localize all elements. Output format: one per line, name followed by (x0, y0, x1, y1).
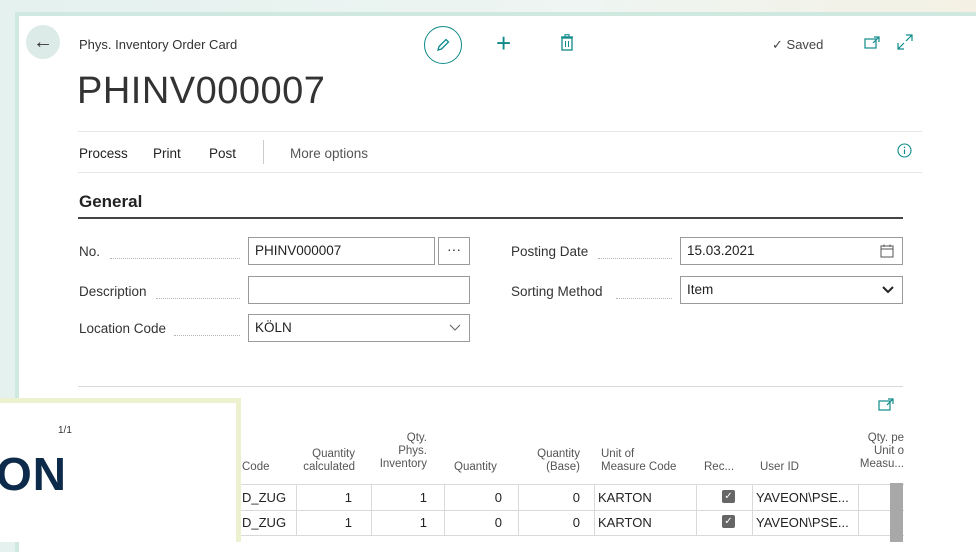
print-menu[interactable]: Print (153, 146, 181, 161)
col-header-code[interactable]: Code (242, 461, 270, 474)
description-field[interactable] (248, 276, 470, 304)
chevron-down-icon (882, 286, 894, 294)
open-window-icon (878, 398, 894, 411)
cell-quantity: 0 (494, 490, 502, 505)
cell-qty-phys: 1 (419, 490, 427, 505)
delete-button[interactable] (560, 34, 574, 56)
posting-date-field[interactable]: 15.03.2021 (680, 237, 903, 265)
posting-date-label: Posting Date (511, 244, 589, 259)
col-divider (858, 485, 859, 510)
expand-button[interactable] (897, 34, 913, 55)
process-menu[interactable]: Process (79, 146, 128, 161)
col-divider (696, 485, 697, 510)
arrow-left-icon: ← (33, 30, 53, 53)
sorting-method-value: Item (687, 282, 714, 297)
sorting-method-select[interactable]: Item (680, 276, 903, 304)
location-code-field[interactable]: KÖLN (248, 314, 470, 342)
leader-dots (174, 335, 240, 336)
check-icon: ✓ (772, 37, 783, 52)
no-field[interactable]: PHINV000007 (248, 237, 435, 265)
cell-uom: KARTON (598, 515, 652, 530)
open-new-window-button[interactable] (864, 36, 880, 55)
cell-quantity: 0 (494, 515, 502, 530)
col-divider (752, 510, 753, 535)
lines-expand-button[interactable] (878, 398, 894, 417)
chevron-down-icon (449, 324, 461, 331)
leader-dots (598, 258, 672, 259)
checkbox-checked-icon[interactable]: ✓ (722, 490, 735, 503)
col-header-user-id[interactable]: User ID (760, 461, 799, 474)
col-divider (594, 510, 595, 535)
cell-user-id: YAVEON\PSE... (756, 515, 849, 530)
col-header-qty-calculated[interactable]: Quantity calculated (298, 448, 355, 474)
col-header-quantity-base[interactable]: Quantity (Base) (530, 448, 580, 474)
checkbox-checked-icon[interactable]: ✓ (722, 515, 735, 528)
cell-code: D_ZUG (242, 515, 287, 530)
cell-uom: KARTON (598, 490, 652, 505)
back-button[interactable]: ← (26, 25, 60, 59)
col-divider (858, 510, 859, 535)
cell-qty-calculated: 1 (344, 490, 352, 505)
col-header-qty-phys-inventory[interactable]: Qty. Phys. Inventory (372, 432, 427, 471)
plus-icon: + (496, 28, 512, 58)
document-preview-overlay: 1/1 ON (0, 398, 241, 542)
leader-dots (110, 258, 240, 259)
leader-dots (156, 298, 240, 299)
saved-status: ✓ Saved (772, 37, 824, 52)
expand-icon (897, 34, 913, 50)
location-code-label: Location Code (79, 321, 167, 336)
col-header-quantity[interactable]: Quantity (454, 461, 497, 474)
sorting-method-label: Sorting Method (511, 284, 603, 299)
section-divider (78, 217, 903, 219)
cell-code: D_ZUG (242, 490, 287, 505)
action-bar: Process Print Post More options (78, 131, 922, 173)
table-scrollbar[interactable] (890, 483, 903, 542)
new-button[interactable]: + (496, 28, 511, 58)
pencil-icon (437, 38, 450, 51)
col-header-qty-per-uom[interactable]: Qty. pe Unit o Measu... (858, 432, 904, 471)
open-window-icon (864, 36, 880, 49)
cell-qty-phys: 1 (419, 515, 427, 530)
table-row[interactable]: D_ZUG 1 1 0 0 KARTON ✓ YAVEON\PSE... (236, 484, 904, 511)
more-options-menu[interactable]: More options (290, 146, 368, 161)
no-assist-button[interactable]: ··· (438, 237, 470, 265)
col-header-uom[interactable]: Unit of Measure Code (601, 448, 676, 474)
no-label: No. (79, 244, 101, 259)
info-button[interactable] (897, 143, 912, 163)
page-title: PHINV000007 (77, 70, 326, 112)
col-header-recorded[interactable]: Rec... (704, 461, 734, 474)
cell-quantity-base: 0 (572, 490, 580, 505)
company-logo: ON (0, 448, 67, 500)
edit-button[interactable] (424, 26, 462, 64)
location-code-value: KÖLN (255, 320, 292, 335)
cell-quantity-base: 0 (572, 515, 580, 530)
col-divider (696, 510, 697, 535)
post-menu[interactable]: Post (209, 146, 236, 161)
page-counter: 1/1 (58, 425, 72, 436)
col-divider (594, 485, 595, 510)
cell-qty-calculated: 1 (344, 515, 352, 530)
section-general[interactable]: General (79, 192, 142, 212)
calendar-icon[interactable] (880, 244, 894, 258)
action-separator (263, 140, 264, 164)
trash-icon (561, 34, 573, 51)
leader-dots (616, 298, 672, 299)
info-icon (897, 143, 912, 158)
cell-user-id: YAVEON\PSE... (756, 490, 849, 505)
breadcrumb: Phys. Inventory Order Card (79, 37, 238, 52)
table-row[interactable]: D_ZUG 1 1 0 0 KARTON ✓ YAVEON\PSE... (236, 510, 904, 536)
col-divider (752, 485, 753, 510)
posting-date-value: 15.03.2021 (687, 243, 755, 258)
description-label: Description (79, 284, 147, 299)
lines-divider (78, 386, 903, 387)
